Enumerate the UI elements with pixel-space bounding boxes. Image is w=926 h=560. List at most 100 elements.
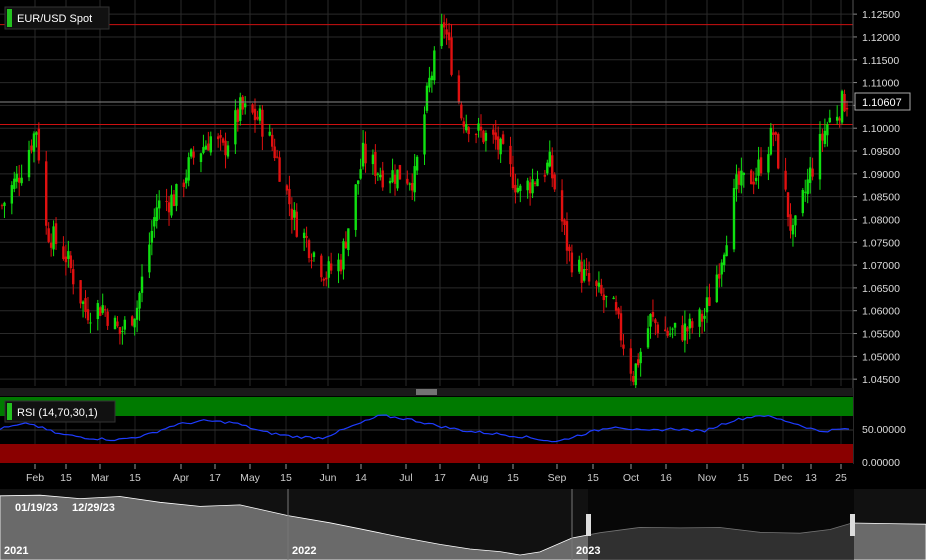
candle-body [170, 194, 173, 216]
candle-body [499, 138, 502, 155]
candle-body [668, 333, 672, 335]
candle-body [681, 325, 684, 341]
candle-body [560, 190, 564, 222]
candle-body [185, 177, 188, 184]
candle-body [614, 302, 618, 311]
candle-body [62, 246, 65, 259]
candle-body [447, 32, 451, 41]
candle-body [774, 132, 777, 135]
candle-body [656, 324, 660, 334]
candle-body [64, 256, 68, 263]
navigator-range-start: 01/19/23 [15, 502, 58, 514]
candle-body [570, 252, 574, 273]
candle-body [327, 261, 330, 278]
candle-body [811, 168, 814, 177]
candle-body [801, 190, 804, 214]
candle-body [337, 259, 340, 272]
candle-body [138, 292, 141, 309]
candle-body [251, 104, 254, 113]
candle-body [116, 321, 119, 327]
candle-body [268, 131, 271, 136]
candle-body [175, 184, 178, 206]
candle-body [757, 159, 760, 176]
candle-body [509, 145, 512, 165]
candle-body [735, 174, 738, 190]
candle-body [106, 311, 109, 326]
x-tick-label: Jun [320, 472, 337, 484]
candle-body [423, 114, 426, 155]
candle-body [17, 177, 21, 183]
candle-body [329, 263, 333, 271]
candle-body [492, 129, 495, 135]
candle-body [433, 50, 436, 81]
candle-body [845, 108, 849, 110]
candle-body [750, 170, 753, 185]
candle-body [828, 117, 832, 123]
candle-body [565, 221, 569, 251]
candle-body [528, 182, 532, 194]
candle-body [715, 274, 719, 302]
candle-body [207, 143, 210, 151]
x-tick-label: Dec [774, 472, 793, 484]
candle-body [72, 269, 75, 285]
navigator-left-handle[interactable] [586, 514, 591, 536]
candle-body [133, 318, 136, 328]
candle-body [199, 153, 203, 163]
candle-body [278, 157, 281, 182]
candle-body [752, 181, 755, 185]
price-tick-label: 1.09000 [862, 169, 900, 181]
candle-body [101, 305, 104, 313]
candle-body [150, 230, 154, 243]
candle-body [533, 182, 537, 185]
x-tick-label: 13 [805, 472, 817, 484]
x-tick-label: Feb [26, 472, 44, 484]
chart-canvas[interactable]: 1.125001.120001.115001.110001.105001.100… [0, 0, 926, 560]
price-tick-label: 1.12000 [862, 32, 900, 44]
candle-body [376, 173, 380, 175]
rsi-oversold-band [0, 444, 853, 463]
candle-body [15, 173, 18, 182]
candle-body [393, 174, 397, 184]
candle-body [118, 326, 122, 335]
navigator-selection[interactable] [588, 489, 854, 560]
candle-body [275, 156, 279, 158]
candle-body [722, 254, 726, 266]
candle-body [597, 282, 601, 287]
candle-body [30, 145, 33, 151]
candle-body [261, 109, 264, 137]
candle-body [288, 188, 291, 205]
rsi-color-swatch [7, 403, 12, 420]
candle-body [632, 376, 635, 382]
candle-body [388, 180, 392, 184]
price-tick-label: 1.11000 [862, 78, 899, 90]
rsi-overbought-band [0, 397, 853, 416]
candle-body [791, 225, 795, 235]
x-tick-label: 15 [60, 472, 72, 484]
candle-body [216, 136, 220, 140]
candle-body [705, 297, 709, 313]
price-pane[interactable] [0, 0, 853, 388]
navigator-right-handle[interactable] [850, 514, 855, 536]
candle-body [511, 166, 515, 189]
candle-body [666, 330, 669, 336]
candle-body [479, 126, 483, 131]
candle-body [683, 323, 687, 341]
candle-body [47, 228, 50, 242]
candle-body [784, 170, 787, 190]
price-tick-label: 1.06500 [862, 283, 900, 295]
candle-body [290, 208, 294, 221]
candle-body [769, 127, 773, 155]
navigator-year-label: 2023 [576, 545, 600, 557]
candle-body [578, 259, 581, 272]
candle-body [381, 170, 384, 188]
candle-body [364, 143, 367, 164]
candle-body [477, 123, 480, 131]
candle-body [501, 134, 505, 144]
candle-body [273, 146, 276, 159]
candle-body [35, 132, 38, 135]
candle-body [585, 268, 588, 271]
candle-body [13, 178, 16, 189]
candle-body [221, 138, 225, 143]
candle-body [89, 322, 92, 324]
candle-body [224, 140, 227, 156]
